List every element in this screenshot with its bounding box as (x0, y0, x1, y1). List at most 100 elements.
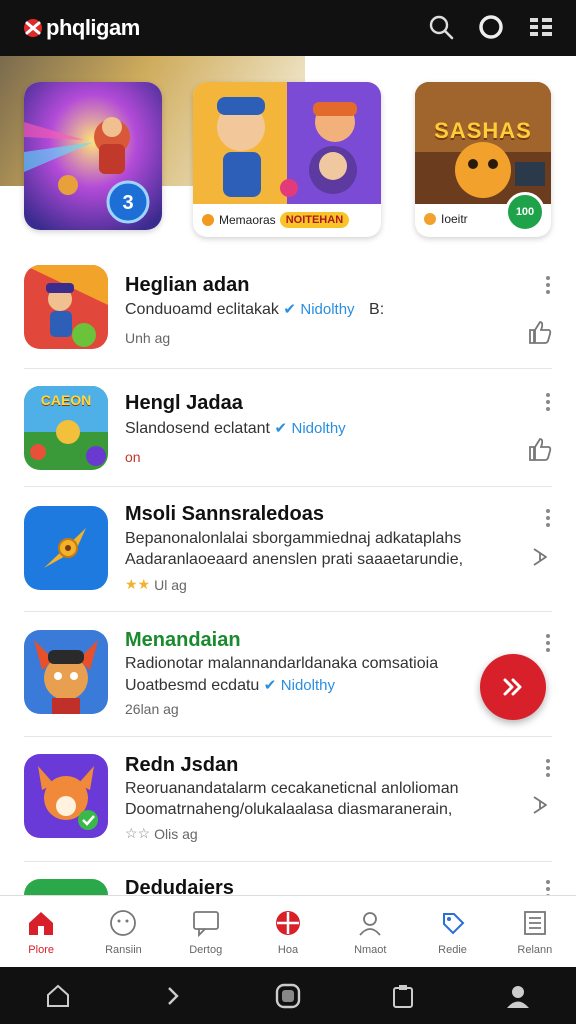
share-icon[interactable] (526, 543, 554, 571)
featured-pill: NOITEHAN (279, 212, 350, 228)
nav-label: Hoa (277, 943, 299, 956)
app-meta: 26lan ag (125, 701, 179, 717)
nav-item-7[interactable]: Relann (494, 896, 576, 967)
more-options-icon[interactable] (544, 880, 552, 895)
nav-item-3[interactable]: Dertog (165, 896, 247, 967)
more-options-icon[interactable] (544, 509, 552, 527)
app-description-2: Doomatrnaheng/olukalaalasa diasmaranerai… (125, 801, 453, 818)
app-description-2: Uoatbesmd ecdatu (125, 677, 260, 694)
app-description: Slandosend eclatant (125, 420, 270, 437)
system-navigation-bar (0, 967, 576, 1024)
app-icon: CAEON (24, 386, 108, 470)
verified-icon: ✔ (263, 677, 277, 694)
nav-label: Ransiin (105, 943, 142, 956)
svg-text:3: 3 (122, 192, 133, 214)
featured-badge: 100 (505, 192, 545, 232)
list-item[interactable]: Dedudaiers (0, 862, 576, 895)
app-icon-banner: CAEON (40, 392, 92, 408)
list-icon (520, 908, 550, 938)
app-icon (24, 879, 108, 895)
featured-label-3: Ioeitr (441, 212, 468, 226)
list-item[interactable]: Heglian adan Conduoamd eclitakak ✔ Nidol… (0, 262, 576, 369)
coin-icon (424, 213, 436, 225)
more-options-icon[interactable] (544, 276, 552, 294)
app-extra: B: (369, 301, 385, 318)
verified-label: Nidolthy (280, 677, 335, 694)
nav-item-home[interactable]: Plore (0, 896, 82, 967)
featured-carousel: 3 Memaoras NOITEHAN SASHAS Ioeitr 100 (0, 56, 576, 246)
fab-button[interactable] (480, 654, 546, 720)
app-icon (24, 265, 108, 349)
app-icon (24, 506, 108, 590)
app-description: Radionotar malannandarldanaka comsatioia (125, 655, 439, 672)
search-icon[interactable] (426, 12, 456, 42)
rating-stars: ★★ (125, 576, 151, 592)
top-app-bar: phqligam (0, 0, 576, 56)
home-icon (26, 908, 56, 938)
circle-icon[interactable] (476, 12, 506, 42)
nav-label: Plore (28, 943, 54, 956)
nav-item-2[interactable]: Ransiin (82, 896, 164, 967)
tag-icon (438, 908, 468, 938)
app-meta: Unh ag (125, 330, 171, 346)
app-icon (24, 754, 108, 838)
chevron-right-icon[interactable] (158, 981, 188, 1011)
more-options-icon[interactable] (544, 634, 552, 652)
app-title: Redn Jsdan (125, 754, 239, 776)
nav-item-6[interactable]: Redie (411, 896, 493, 967)
nav-label: Relann (517, 943, 553, 956)
nav-item-4[interactable]: Hoa (247, 896, 329, 967)
nav-item-5[interactable]: Nmaot (329, 896, 411, 967)
verified-icon: ✔ (283, 301, 296, 318)
app-description-2: Aadaranlaoeaard anenslen prati saaaetaru… (125, 551, 464, 568)
bottom-navigation: Plore Ransiin Dertog Hoa Nmaot Redie Rel… (0, 895, 576, 967)
featured-card-1[interactable]: 3 (24, 82, 162, 230)
app-icon (24, 630, 108, 714)
app-description: Conduoamd eclitakak (125, 301, 279, 318)
app-name: phqligam (46, 15, 140, 40)
app-description: Bepanonalonlalai sborgammiednaj adkatapl… (125, 530, 462, 547)
logo-icon (24, 19, 42, 37)
nav-label: Nmaot (354, 943, 387, 956)
app-title: Msoli Sannsraledoas (125, 503, 324, 525)
verified-icon: ✔ (274, 420, 288, 437)
app-description: Reoruanandatalarm cecakaneticnal anlolio… (125, 780, 459, 797)
rating-stars: ☆☆ (125, 825, 151, 841)
profile-icon (355, 908, 385, 938)
list-item[interactable]: Msoli Sannsraledoas Bepanonalonlalai sbo… (0, 487, 576, 612)
app-title: Heglian adan (125, 274, 250, 296)
more-options-icon[interactable] (544, 759, 552, 777)
thumbs-up-icon[interactable] (526, 435, 554, 463)
list-item[interactable]: CAEON Hengl Jadaa Slandosend eclatant ✔ … (0, 369, 576, 487)
nav-label: Redie (438, 943, 467, 956)
app-title: Hengl Jadaa (125, 392, 243, 414)
square-icon[interactable] (273, 981, 303, 1011)
double-chevron-right-icon (503, 678, 522, 696)
featured-art-2 (193, 82, 381, 204)
app-title: Menandaian (125, 629, 241, 651)
clipboard-icon[interactable] (388, 981, 418, 1011)
share-icon[interactable] (526, 791, 554, 819)
fox-badge-icon (202, 214, 214, 226)
nav-label: Dertog (189, 943, 223, 956)
featured-label-2: Memaoras (219, 213, 276, 227)
verified-label: Nidolthy (300, 301, 355, 318)
featured-banner: SASHAS (434, 118, 532, 143)
smile-icon (108, 908, 138, 938)
app-meta: Olis ag (154, 825, 198, 842)
thumbs-up-icon[interactable] (526, 318, 554, 346)
app-meta: on (125, 449, 141, 465)
app-title: Dedudaiers (125, 877, 234, 895)
user-icon[interactable] (503, 981, 533, 1011)
menu-icon[interactable] (526, 12, 556, 42)
crosshair-icon (273, 908, 303, 938)
home-outline-icon[interactable] (43, 981, 73, 1011)
featured-card-2[interactable]: Memaoras NOITEHAN (193, 82, 381, 237)
verified-label: Nidolthy (291, 420, 346, 437)
featured-art-1: 3 (24, 82, 162, 230)
app-logo[interactable]: phqligam (22, 15, 140, 41)
app-meta: Ul ag (154, 576, 187, 593)
featured-card-3[interactable]: SASHAS Ioeitr 100 (415, 82, 551, 237)
list-item[interactable]: Redn Jsdan Reoruanandatalarm cecakanetic… (0, 737, 576, 862)
more-options-icon[interactable] (544, 393, 552, 411)
